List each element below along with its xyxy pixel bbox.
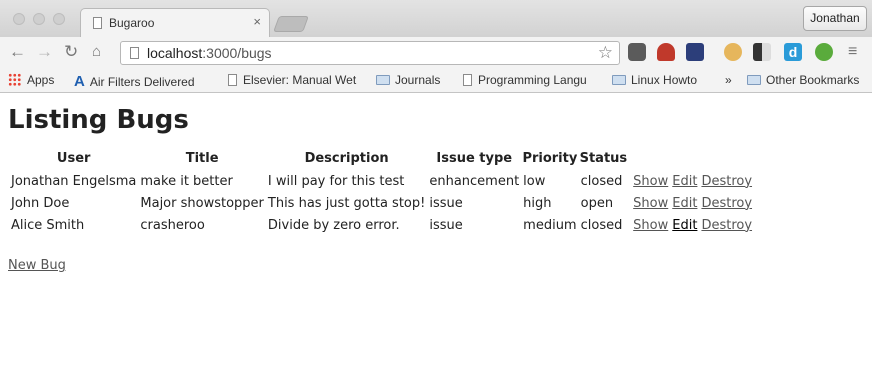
page-icon — [130, 47, 139, 59]
minimize-window-button[interactable] — [33, 13, 45, 25]
cell-user: Jonathan Engelsma — [11, 173, 137, 189]
table-row: John Doe Major showstopper This has just… — [10, 192, 753, 214]
column-header-actions — [629, 149, 669, 170]
url-text[interactable]: localhost:3000/bugs — [147, 45, 272, 61]
menu-icon[interactable]: ≡ — [848, 42, 857, 62]
folder-icon — [376, 75, 390, 85]
column-header-user: User — [56, 150, 91, 166]
d-extension-icon[interactable]: d — [784, 43, 802, 61]
folder-icon — [612, 75, 626, 85]
bugs-table: User Title Description Issue type Priori… — [8, 149, 755, 236]
new-tab-button[interactable] — [273, 16, 309, 32]
page-title: Listing Bugs — [8, 105, 189, 135]
cell-description: Divide by zero error. — [267, 217, 400, 233]
cell-priority: low — [523, 173, 546, 189]
cell-issue-type: issue — [429, 195, 463, 211]
window-titlebar: Bugaroo × Jonathan — [0, 0, 872, 37]
column-header-status: Status — [579, 150, 628, 166]
cell-user: John Doe — [11, 195, 70, 211]
bookmark-air-filters[interactable]: A Air Filters Delivered — [74, 73, 195, 90]
page-icon — [93, 17, 102, 29]
cell-issue-type: enhancement — [429, 173, 520, 189]
page-content: Listing Bugs User Title Description Issu… — [0, 93, 872, 391]
gauge-extension-icon[interactable] — [686, 43, 704, 61]
bookmark-elsevier[interactable]: Elsevier: Manual Wet — [228, 73, 356, 87]
table-row: Jonathan Engelsma make it better I will … — [10, 170, 753, 192]
close-window-button[interactable] — [13, 13, 25, 25]
profile-button[interactable]: Jonathan — [803, 6, 867, 31]
table-row: Alice Smith crasheroo Divide by zero err… — [10, 214, 753, 236]
close-tab-icon[interactable]: × — [253, 15, 261, 29]
a-logo-icon: A — [74, 73, 85, 90]
cell-title: crasheroo — [140, 217, 205, 233]
cell-status: open — [580, 195, 614, 211]
tab-title: Bugaroo — [109, 16, 155, 30]
reload-icon[interactable]: ↻ — [64, 42, 78, 62]
page-icon — [228, 74, 237, 86]
show-link[interactable]: Show — [633, 196, 668, 211]
chair-extension-icon[interactable] — [657, 43, 675, 61]
bookmarks-overflow-chevron[interactable]: » — [725, 73, 732, 87]
show-link[interactable]: Show — [633, 218, 668, 233]
cell-description: This has just gotta stop! — [267, 195, 426, 211]
folder-icon — [747, 75, 761, 85]
cell-user: Alice Smith — [11, 217, 85, 233]
cell-status: closed — [580, 173, 623, 189]
cat-extension-icon[interactable] — [724, 43, 742, 61]
hangouts-extension-icon[interactable] — [815, 43, 833, 61]
bookmark-programming[interactable]: Programming Langu — [463, 73, 587, 87]
bookmark-apps[interactable]: Apps — [8, 73, 54, 87]
column-header-actions — [671, 149, 698, 170]
bookmark-other[interactable]: Other Bookmarks — [747, 73, 859, 87]
edit-link[interactable]: Edit — [672, 174, 697, 189]
destroy-link[interactable]: Destroy — [701, 174, 752, 189]
cell-priority: medium — [523, 217, 577, 233]
tab-bugaroo[interactable]: Bugaroo × — [80, 8, 270, 37]
back-arrow-icon[interactable]: ← — [9, 42, 26, 62]
bookmark-star-icon[interactable]: ☆ — [598, 43, 613, 63]
column-header-priority: Priority — [522, 150, 578, 166]
cell-title: Major showstopper — [140, 195, 264, 211]
destroy-link[interactable]: Destroy — [701, 196, 752, 211]
apps-icon — [8, 73, 21, 86]
column-header-title: Title — [185, 150, 219, 166]
column-header-issue-type: Issue type — [436, 150, 513, 166]
cell-priority: high — [523, 195, 552, 211]
edit-link[interactable]: Edit — [672, 218, 697, 233]
pocket-extension-icon[interactable] — [628, 43, 646, 61]
bookmark-linux-howto[interactable]: Linux Howto — [612, 73, 697, 87]
cell-description: I will pay for this test — [267, 173, 405, 189]
page-icon — [463, 74, 472, 86]
forward-arrow-icon[interactable]: → — [36, 42, 53, 62]
destroy-link[interactable]: Destroy — [701, 218, 752, 233]
column-header-description: Description — [304, 150, 389, 166]
column-header-actions — [700, 149, 753, 170]
browser-toolbar: ← → ↻ ⌂ localhost:3000/bugs ☆ d ≡ — [0, 37, 872, 67]
cell-issue-type: issue — [429, 217, 463, 233]
edit-link[interactable]: Edit — [672, 196, 697, 211]
home-icon[interactable]: ⌂ — [92, 42, 101, 62]
zoom-window-button[interactable] — [53, 13, 65, 25]
bookmarks-bar: Apps A Air Filters Delivered Elsevier: Ma… — [0, 67, 872, 93]
table-header-row: User Title Description Issue type Priori… — [10, 149, 753, 170]
bookmark-journals[interactable]: Journals — [376, 73, 440, 87]
address-bar[interactable]: localhost:3000/bugs ☆ — [120, 41, 620, 65]
cell-title: make it better — [140, 173, 233, 189]
show-link[interactable]: Show — [633, 174, 668, 189]
new-bug-link[interactable]: New Bug — [8, 258, 66, 273]
cell-status: closed — [580, 217, 623, 233]
grid-extension-icon[interactable] — [753, 43, 771, 61]
